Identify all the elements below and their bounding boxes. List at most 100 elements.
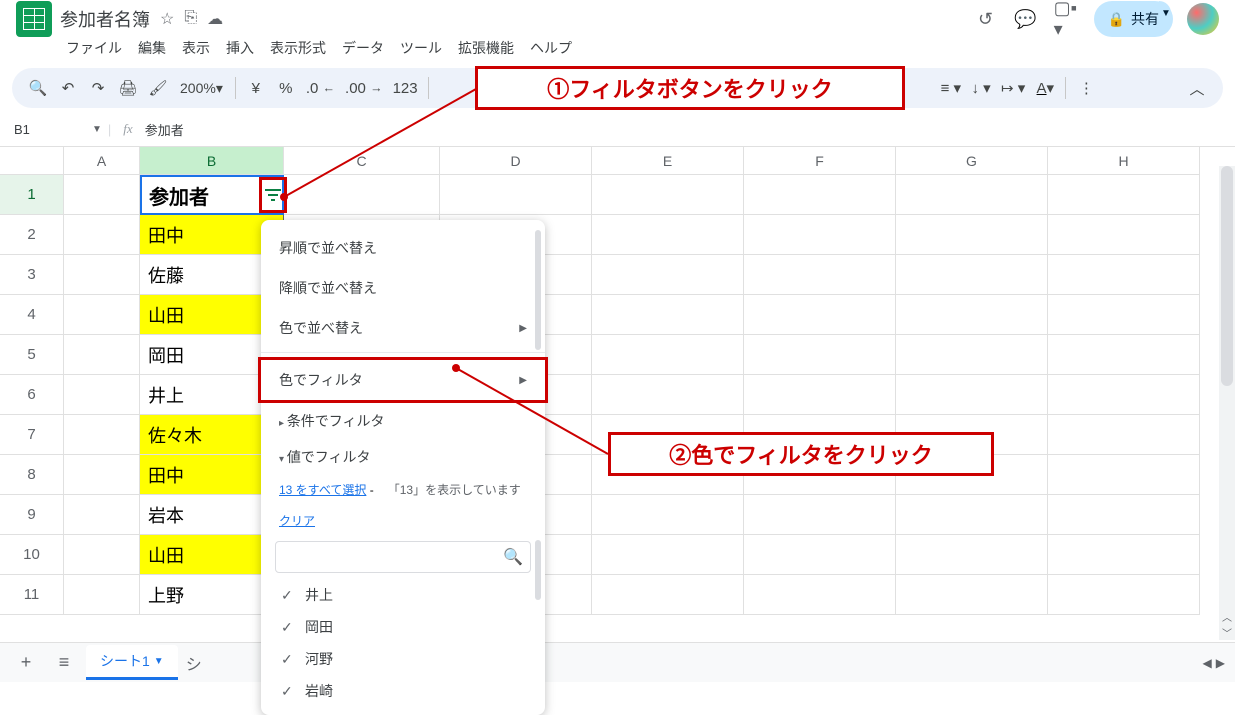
cell[interactable]	[1048, 455, 1200, 495]
hscroll-right-icon[interactable]: ▶	[1216, 656, 1225, 670]
row-header[interactable]: 2	[0, 215, 64, 255]
vertical-scrollbar[interactable]: ︿ ﹀	[1219, 166, 1235, 640]
all-sheets-button[interactable]: ≡	[48, 647, 80, 679]
sort-by-color[interactable]: 色で並べ替え ▶	[261, 308, 545, 348]
menu-help[interactable]: ヘルプ	[524, 34, 578, 62]
cell[interactable]	[592, 295, 744, 335]
meet-icon[interactable]: ▢▪ ▾	[1054, 7, 1078, 31]
row-header[interactable]: 5	[0, 335, 64, 375]
row-header[interactable]: 7	[0, 415, 64, 455]
valign-icon[interactable]: ≡ ▾	[937, 74, 965, 102]
cell[interactable]	[1048, 415, 1200, 455]
percent-icon[interactable]: %	[272, 74, 300, 102]
print-icon[interactable]: 🖨	[114, 74, 142, 102]
cell[interactable]	[896, 215, 1048, 255]
undo-icon[interactable]: ↶	[54, 74, 82, 102]
cell[interactable]	[592, 335, 744, 375]
redo-icon[interactable]: ↷	[84, 74, 112, 102]
zoom-select[interactable]: 200% ▾	[174, 74, 229, 102]
cell[interactable]	[896, 335, 1048, 375]
cell[interactable]	[1048, 335, 1200, 375]
cell[interactable]	[284, 175, 440, 215]
cell[interactable]	[1048, 575, 1200, 615]
filter-button[interactable]	[259, 177, 287, 213]
cell[interactable]	[1048, 215, 1200, 255]
cell[interactable]	[592, 575, 744, 615]
paint-format-icon[interactable]: 🖌	[144, 74, 172, 102]
filter-by-color[interactable]: 色でフィルタ ▶	[258, 357, 548, 403]
sheet-tab-1[interactable]: シート1 ▼	[86, 645, 178, 680]
cell[interactable]	[744, 495, 896, 535]
cell[interactable]	[592, 495, 744, 535]
cell[interactable]	[896, 375, 1048, 415]
sort-desc[interactable]: 降順で並べ替え	[261, 268, 545, 308]
cell[interactable]	[1048, 175, 1200, 215]
cell[interactable]	[64, 495, 140, 535]
col-header-D[interactable]: D	[440, 147, 592, 175]
cell[interactable]	[744, 175, 896, 215]
filter-value-item[interactable]: 井上	[261, 579, 545, 611]
menu-data[interactable]: データ	[336, 34, 390, 62]
cell[interactable]	[744, 215, 896, 255]
cell[interactable]	[896, 255, 1048, 295]
namebox-dropdown-icon[interactable]: ▼	[92, 124, 102, 135]
cell[interactable]	[896, 175, 1048, 215]
doc-title[interactable]: 参加者名簿	[60, 6, 150, 32]
row-header[interactable]: 3	[0, 255, 64, 295]
menu-format[interactable]: 表示形式	[264, 34, 332, 62]
cell[interactable]	[592, 175, 744, 215]
collapse-toolbar-icon[interactable]: ︿	[1183, 74, 1211, 102]
cell[interactable]	[592, 255, 744, 295]
cell[interactable]	[64, 575, 140, 615]
cell[interactable]	[64, 295, 140, 335]
menu-extensions[interactable]: 拡張機能	[452, 34, 520, 62]
cell[interactable]	[64, 535, 140, 575]
sheet-tab-dropdown-icon[interactable]: ▼	[154, 656, 164, 667]
select-all-corner[interactable]	[0, 147, 64, 175]
menu-tools[interactable]: ツール	[394, 34, 448, 62]
col-header-H[interactable]: H	[1048, 147, 1200, 175]
history-icon[interactable]: ↺	[974, 7, 998, 31]
cloud-icon[interactable]: ☁	[207, 9, 223, 29]
cell[interactable]	[896, 495, 1048, 535]
cell[interactable]	[592, 535, 744, 575]
cell[interactable]	[64, 175, 140, 215]
name-box[interactable]: B1	[14, 118, 86, 140]
formula-value[interactable]: 参加者	[145, 120, 184, 139]
cell[interactable]	[64, 455, 140, 495]
cell[interactable]	[64, 255, 140, 295]
cell[interactable]	[440, 175, 592, 215]
dec-increase-icon[interactable]: .00 →	[341, 74, 387, 102]
cell[interactable]	[896, 295, 1048, 335]
row-header[interactable]: 11	[0, 575, 64, 615]
cell[interactable]	[1048, 255, 1200, 295]
comment-icon[interactable]: 💬	[1014, 7, 1038, 31]
cell[interactable]	[592, 215, 744, 255]
row-header[interactable]: 9	[0, 495, 64, 535]
cell[interactable]	[64, 215, 140, 255]
add-sheet-button[interactable]: +	[10, 647, 42, 679]
row-header[interactable]: 4	[0, 295, 64, 335]
select-all-link[interactable]: 13 をすべて選択	[279, 483, 366, 497]
cell[interactable]	[744, 575, 896, 615]
more-formats-icon[interactable]: 123	[389, 74, 422, 102]
cell[interactable]	[64, 375, 140, 415]
col-header-A[interactable]: A	[64, 147, 140, 175]
filter-by-values[interactable]: 値でフィルタ	[261, 439, 545, 475]
filter-value-item[interactable]: 岡田	[261, 611, 545, 643]
sheet-tab-next[interactable]: シ	[184, 651, 204, 675]
row-header[interactable]: 1	[0, 175, 64, 215]
cell[interactable]	[1048, 375, 1200, 415]
cell[interactable]	[1048, 535, 1200, 575]
more-icon[interactable]: ⋮	[1072, 74, 1100, 102]
cell[interactable]	[64, 415, 140, 455]
col-header-G[interactable]: G	[896, 147, 1048, 175]
row-header[interactable]: 10	[0, 535, 64, 575]
col-header-B[interactable]: B	[140, 147, 284, 175]
cell[interactable]	[1048, 295, 1200, 335]
cell[interactable]	[64, 335, 140, 375]
search-icon[interactable]: 🔍	[24, 74, 52, 102]
filter-by-condition[interactable]: 条件でフィルタ	[261, 403, 545, 439]
move-icon[interactable]: ⎘	[184, 9, 197, 29]
dec-decrease-icon[interactable]: .0 ←	[302, 74, 339, 102]
